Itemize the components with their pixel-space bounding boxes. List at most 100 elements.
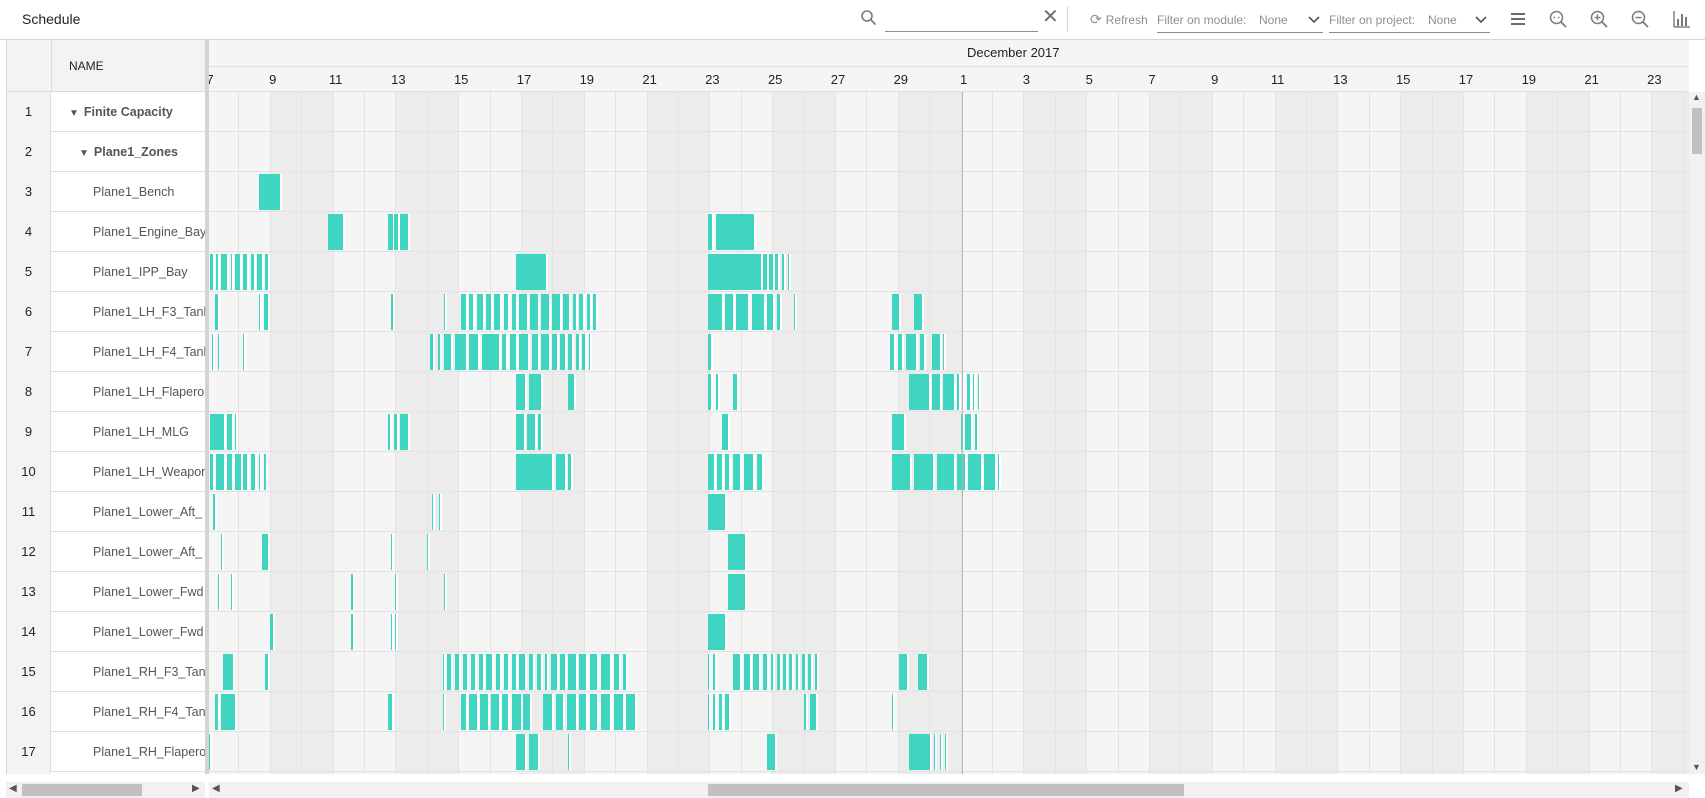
table-row[interactable]: 14 Plane1_Lower_Fwd (7, 612, 206, 652)
zoom-out-icon[interactable] (1630, 9, 1650, 29)
task-bar[interactable] (940, 734, 944, 770)
task-bar[interactable] (588, 334, 592, 370)
task-bar[interactable] (932, 334, 942, 370)
task-bar[interactable] (965, 414, 974, 450)
task-bar[interactable] (707, 654, 711, 690)
task-bar[interactable] (461, 294, 468, 330)
task-bar[interactable] (905, 334, 919, 370)
task-bar[interactable] (957, 374, 961, 410)
task-bar[interactable] (447, 654, 454, 690)
task-bar[interactable] (721, 414, 730, 450)
task-bar[interactable] (268, 174, 283, 210)
task-bar[interactable] (214, 294, 220, 330)
task-bar[interactable] (575, 334, 581, 370)
task-bar[interactable] (913, 454, 936, 490)
chart-icon[interactable] (1672, 9, 1692, 29)
task-bar[interactable] (743, 454, 755, 490)
task-bar[interactable] (516, 454, 554, 490)
task-bar[interactable] (390, 614, 394, 650)
table-row[interactable]: 2 ▼ Plane1_Zones (7, 132, 206, 172)
task-bar[interactable] (998, 454, 1002, 490)
task-bar[interactable] (943, 374, 956, 410)
task-bar[interactable] (891, 414, 906, 450)
task-bar[interactable] (897, 334, 905, 370)
task-bar[interactable] (243, 254, 250, 290)
task-bar[interactable] (728, 534, 748, 570)
task-bar[interactable] (528, 654, 536, 690)
task-bar[interactable] (563, 294, 572, 330)
zoom-in-icon[interactable] (1589, 9, 1609, 29)
task-bar[interactable] (400, 214, 410, 250)
task-bar[interactable] (495, 654, 503, 690)
left-horizontal-scrollbar[interactable]: ◀ ▶ (6, 782, 205, 798)
task-bar[interactable] (221, 534, 225, 570)
task-bar[interactable] (258, 294, 262, 330)
task-bar[interactable] (568, 734, 572, 770)
task-bar[interactable] (531, 334, 540, 370)
task-bar[interactable] (461, 694, 468, 730)
task-bar[interactable] (943, 334, 947, 370)
task-bar[interactable] (519, 334, 531, 370)
task-bar[interactable] (613, 654, 622, 690)
table-row[interactable]: 8 Plane1_LH_Flaperon (7, 372, 206, 412)
task-bar[interactable] (470, 654, 478, 690)
task-bar[interactable] (221, 694, 237, 730)
task-bar[interactable] (544, 654, 550, 690)
task-bar[interactable] (802, 654, 807, 690)
task-bar[interactable] (503, 654, 510, 690)
task-bar[interactable] (437, 334, 443, 370)
task-bar[interactable] (899, 654, 909, 690)
task-bar[interactable] (743, 654, 752, 690)
task-bar[interactable] (542, 694, 554, 730)
task-bar[interactable] (462, 654, 470, 690)
task-bar[interactable] (351, 614, 355, 650)
table-row[interactable]: 6 Plane1_LH_F3_Tank (7, 292, 206, 332)
task-bar[interactable] (794, 294, 798, 330)
task-bar[interactable] (210, 414, 226, 450)
task-bar[interactable] (590, 694, 600, 730)
task-bar[interactable] (527, 414, 537, 450)
task-bar[interactable] (265, 254, 270, 290)
task-bar[interactable] (494, 294, 503, 330)
task-bar[interactable] (210, 254, 215, 290)
task-bar[interactable] (908, 374, 931, 410)
search-icon[interactable] (860, 9, 878, 27)
task-bar[interactable] (568, 374, 576, 410)
task-bar[interactable] (783, 654, 788, 690)
task-bar[interactable] (555, 694, 565, 730)
refresh-button[interactable]: ⟳ Refresh (1090, 11, 1148, 28)
task-bar[interactable] (516, 254, 548, 290)
task-bar[interactable] (258, 454, 262, 490)
task-bar[interactable] (973, 374, 977, 410)
task-bar[interactable] (707, 374, 713, 410)
task-bar[interactable] (519, 294, 529, 330)
task-bar[interactable] (756, 454, 765, 490)
task-bar[interactable] (230, 254, 234, 290)
task-bar[interactable] (530, 294, 540, 330)
fit-zoom-icon[interactable] (1548, 9, 1568, 29)
task-bar[interactable] (718, 694, 724, 730)
task-bar[interactable] (528, 374, 543, 410)
task-bar[interactable] (516, 374, 528, 410)
task-bar[interactable] (728, 574, 748, 610)
clear-icon[interactable]: ✕ (1042, 7, 1059, 27)
task-bar[interactable] (560, 654, 567, 690)
task-bar[interactable] (552, 334, 559, 370)
task-bar[interactable] (732, 374, 740, 410)
task-bar[interactable] (216, 454, 226, 490)
task-bar[interactable] (235, 454, 244, 490)
task-bar[interactable] (511, 694, 523, 730)
task-bar[interactable] (787, 254, 792, 290)
table-row[interactable]: 18 (7, 772, 206, 774)
task-bar[interactable] (265, 654, 270, 690)
vertical-scroll-thumb[interactable] (1692, 108, 1702, 154)
task-bar[interactable] (974, 414, 980, 450)
task-bar[interactable] (444, 334, 454, 370)
task-bar[interactable] (715, 214, 757, 250)
task-bar[interactable] (217, 334, 221, 370)
task-bar[interactable] (560, 334, 567, 370)
task-bar[interactable] (803, 694, 809, 730)
task-bar[interactable] (444, 294, 448, 330)
task-bar[interactable] (550, 654, 559, 690)
task-bar[interactable] (390, 534, 394, 570)
